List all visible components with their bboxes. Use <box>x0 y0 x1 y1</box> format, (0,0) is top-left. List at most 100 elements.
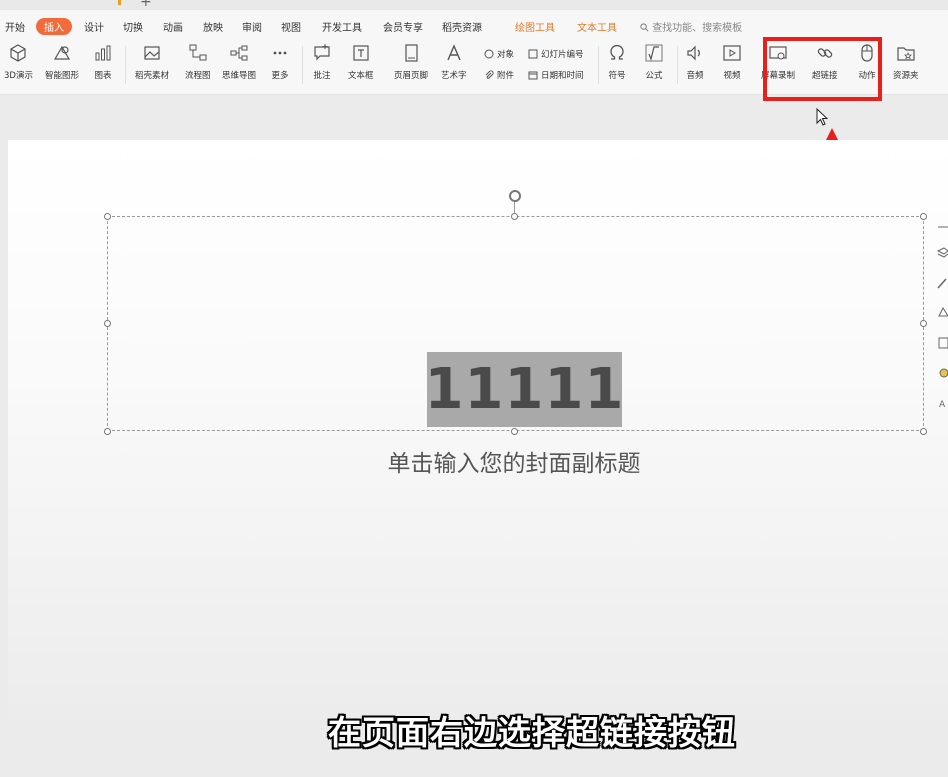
search-placeholder: 查找功能、搜索模板 <box>652 23 743 34</box>
menu-bar: 开始 插入 设计 切换 动画 放映 审阅 视图 开发工具 会员专享 稻壳资源 绘… <box>0 10 948 38</box>
comment-button[interactable]: 批注 <box>311 42 333 81</box>
mouse-cursor-icon <box>816 108 829 126</box>
smart-art-label: 智能图形 <box>45 71 80 81</box>
menu-developer[interactable]: 开发工具 <box>322 19 362 34</box>
new-tab-icon[interactable]: + <box>140 0 152 10</box>
menu-slideshow[interactable]: 放映 <box>203 19 223 34</box>
video-label: 视频 <box>723 71 741 81</box>
menu-animation[interactable]: 动画 <box>163 19 183 34</box>
menu-docer[interactable]: 稻壳资源 <box>442 19 482 34</box>
symbol-label: 符号 <box>608 71 626 81</box>
highlight-box <box>763 37 882 101</box>
menu-transition[interactable]: 切换 <box>123 19 143 34</box>
menu-member[interactable]: 会员专享 <box>383 19 423 34</box>
mindmap-button[interactable]: 思维导图 <box>222 42 256 81</box>
window-tab-strip: + <box>0 0 948 10</box>
audio-label: 音频 <box>686 71 704 81</box>
object-icon <box>484 49 494 59</box>
chart-label: 图表 <box>94 71 112 81</box>
formula-icon <box>645 44 663 62</box>
text-style-icon[interactable]: A <box>936 396 948 410</box>
word-art-button[interactable]: 艺术字 <box>441 42 467 81</box>
menu-review[interactable]: 审阅 <box>242 19 262 34</box>
cube-icon <box>10 44 27 62</box>
chart-button[interactable]: 图表 <box>92 42 114 81</box>
smart-art-button[interactable]: 智能图形 <box>45 42 79 81</box>
menu-home[interactable]: 开始 <box>5 19 25 34</box>
frame-icon[interactable] <box>936 336 948 350</box>
3d-demo-label: 3D演示 <box>4 71 33 81</box>
object-button[interactable]: 对象 <box>484 48 514 60</box>
resources-button[interactable]: 资源夹 <box>893 42 919 81</box>
shape-icon[interactable] <box>936 306 948 320</box>
header-footer-button[interactable]: 页眉页脚 <box>394 42 428 81</box>
date-time-label: 日期和时间 <box>541 71 584 81</box>
formula-label: 公式 <box>645 71 663 81</box>
smart-art-icon <box>53 45 71 60</box>
audio-button[interactable]: 音频 <box>684 42 706 81</box>
rotate-handle[interactable] <box>509 190 521 202</box>
resize-handle[interactable] <box>920 213 927 220</box>
ribbon-separator <box>677 46 678 84</box>
resize-handle[interactable] <box>920 320 927 327</box>
word-art-icon <box>447 44 461 61</box>
resources-label: 资源夹 <box>893 71 919 81</box>
formula-button[interactable]: 公式 <box>643 42 665 81</box>
folder-star-icon <box>897 47 915 61</box>
more-button[interactable]: 更多 <box>269 42 291 81</box>
video-icon <box>723 45 741 61</box>
mindmap-icon <box>230 45 248 61</box>
omega-icon <box>610 44 624 60</box>
flowchart-icon <box>189 44 207 61</box>
resize-handle[interactable] <box>511 428 518 435</box>
resize-handle[interactable] <box>511 213 518 220</box>
menu-design[interactable]: 设计 <box>84 19 104 34</box>
video-caption: 在页面右边选择超链接按钮 <box>328 713 736 752</box>
video-button[interactable]: 视频 <box>721 42 743 81</box>
search-icon <box>640 23 649 32</box>
menu-drawing-tools[interactable]: 绘图工具 <box>515 19 555 34</box>
attachment-button[interactable]: 附件 <box>484 69 514 81</box>
flowchart-button[interactable]: 流程图 <box>185 42 211 81</box>
resize-handle[interactable] <box>104 428 111 435</box>
flowchart-label: 流程图 <box>185 71 211 81</box>
search-box[interactable]: 查找功能、搜索模板 <box>640 19 742 34</box>
header-footer-icon <box>405 44 418 62</box>
textbox-button[interactable]: 文本框 <box>348 42 374 81</box>
slide-number-icon <box>528 49 538 59</box>
color-icon[interactable] <box>936 366 948 380</box>
ribbon-separator <box>125 46 126 84</box>
resize-handle[interactable] <box>104 320 111 327</box>
stock-material-button[interactable]: 稻壳素材 <box>135 42 169 81</box>
menu-insert[interactable]: 插入 <box>36 18 72 35</box>
more-label: 更多 <box>271 71 289 81</box>
calendar-icon <box>528 71 538 80</box>
ribbon-separator <box>302 46 303 84</box>
comment-icon <box>314 44 330 61</box>
slide-number-button[interactable]: 幻灯片编号 <box>528 48 584 60</box>
slide-subtitle[interactable]: 单击输入您的封面副标题 <box>0 444 948 478</box>
menu-view[interactable]: 视图 <box>281 19 301 34</box>
attachment-label: 附件 <box>497 71 515 81</box>
layers-icon[interactable] <box>936 246 948 260</box>
slide-title[interactable]: 11111 <box>425 352 623 427</box>
3d-demo-button[interactable]: 3D演示 <box>4 42 33 81</box>
bottom-strip <box>0 750 948 777</box>
date-time-button[interactable]: 日期和时间 <box>528 69 584 81</box>
symbol-button[interactable]: 符号 <box>606 42 628 81</box>
tab-indicator <box>118 0 121 5</box>
mindmap-label: 思维导图 <box>222 71 257 81</box>
image-icon <box>144 46 160 60</box>
textbox-label: 文本框 <box>348 71 374 81</box>
slide-number-label: 幻灯片编号 <box>541 50 584 60</box>
menu-text-tools[interactable]: 文本工具 <box>577 19 617 34</box>
ribbon-separator <box>598 46 599 84</box>
collapse-icon[interactable] <box>936 220 948 234</box>
resize-handle[interactable] <box>104 213 111 220</box>
resize-handle[interactable] <box>920 428 927 435</box>
bar-chart-icon <box>95 45 111 61</box>
pen-icon[interactable] <box>936 276 948 290</box>
speaker-icon <box>687 45 700 61</box>
comment-label: 批注 <box>313 71 331 81</box>
object-label: 对象 <box>497 50 515 60</box>
